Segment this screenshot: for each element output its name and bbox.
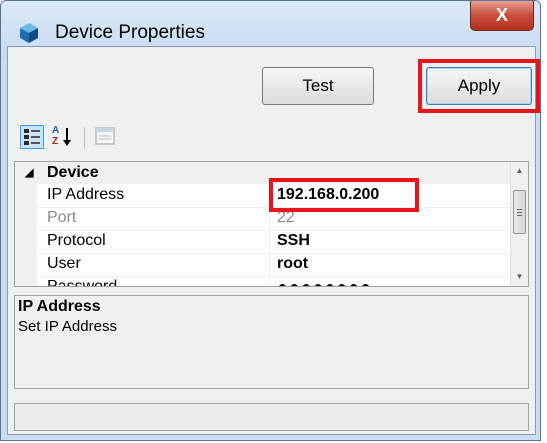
property-value[interactable]: root [277,253,308,275]
help-description: Set IP Address [18,318,117,335]
button-bar: Test Apply [8,47,540,117]
client-area: Test Apply A Z ◢ Device IP Address 192.1… [7,46,540,435]
category-row-device[interactable]: ◢ Device [15,162,510,184]
grip-line [517,215,522,216]
alphabetical-sort-icon[interactable]: A Z [50,125,74,149]
property-row-protocol[interactable]: Protocol SSH [15,230,510,254]
property-row-port[interactable]: Port 22 [15,207,510,231]
property-name: Protocol [47,232,106,249]
property-name: User [47,255,81,272]
help-title: IP Address [18,298,101,315]
apply-button-highlight [418,59,540,113]
close-icon: X [495,5,508,25]
test-button[interactable]: Test [262,67,374,105]
device-properties-window: Device Properties X Test Apply A Z ◢ Dev… [0,0,541,441]
grip-line [517,212,522,213]
alpha-z-glyph: Z [52,136,59,147]
window-title: Device Properties [55,22,205,43]
ip-address-highlight [269,178,419,212]
categorized-view-icon[interactable] [20,125,44,149]
row-margin [15,276,37,286]
collapse-triangle-icon[interactable]: ◢ [25,162,33,184]
alpha-a-glyph: A [52,125,60,136]
vertical-scrollbar[interactable]: ▲ ▼ [510,162,528,286]
property-row-user[interactable]: User root [15,253,510,277]
row-margin [15,230,37,253]
scrollbar-thumb[interactable] [513,190,526,234]
property-row-ip-address[interactable]: IP Address 192.168.0.200 [15,184,510,208]
close-button[interactable]: X [470,1,534,31]
property-value[interactable]: SSH [277,230,310,252]
scroll-down-arrow-icon[interactable]: ▼ [511,268,528,286]
category-label: Device [47,164,99,181]
property-value[interactable]: ●●●●●●●● [277,276,372,286]
row-margin [15,184,37,207]
property-grid: ◢ Device IP Address 192.168.0.200 Port 2… [14,161,529,287]
property-name: IP Address [47,186,125,203]
property-row-password[interactable]: Password ●●●●●●●● [15,276,510,287]
scroll-up-arrow-icon[interactable]: ▲ [511,162,528,180]
property-grid-rows: ◢ Device IP Address 192.168.0.200 Port 2… [15,162,510,286]
row-margin [15,207,37,230]
row-margin [15,253,37,276]
help-panel: IP Address Set IP Address [14,295,529,389]
grip-line [517,209,522,210]
status-bar [14,403,529,431]
property-name: Port [47,209,77,226]
property-pages-icon [94,125,118,149]
property-name: Password [47,278,118,287]
property-grid-toolbar: A Z [8,119,535,157]
toolbar-separator [84,127,85,149]
cube-icon [20,23,38,43]
